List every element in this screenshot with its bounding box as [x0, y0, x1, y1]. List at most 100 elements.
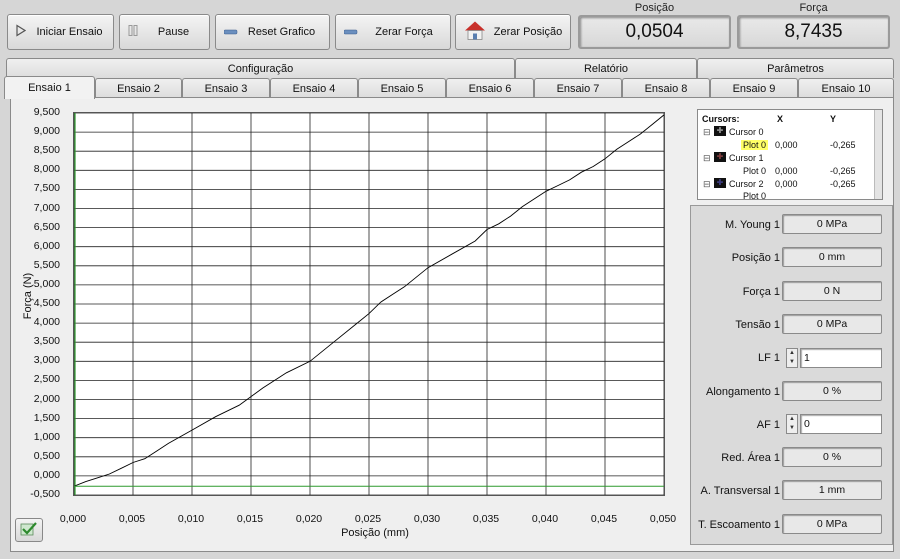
y-tick-label: 0,500: [33, 449, 60, 462]
reset-chart-button[interactable]: Reset Grafico: [215, 14, 330, 50]
area-reduction-label: Red. Área 1: [721, 452, 780, 464]
x-tick-label: 0,030: [413, 513, 441, 525]
home-icon: [464, 21, 486, 44]
zero-position-label: Zerar Posição: [493, 26, 563, 38]
tab-label: Ensaio 5: [380, 82, 424, 95]
position-1-label: Posição 1: [731, 252, 780, 264]
tab-ensaio-4[interactable]: Ensaio 4: [270, 78, 358, 98]
tab-label: Relatório: [583, 62, 629, 75]
force-indicator-label: Força: [799, 2, 828, 14]
reset-chart-label: Reset Grafico: [247, 26, 316, 38]
tab-ensaio-9[interactable]: Ensaio 9: [710, 78, 798, 98]
collapse-icon[interactable]: ⊟: [703, 127, 711, 138]
cross-section-value: 1 mm: [782, 480, 882, 500]
collapse-icon[interactable]: ⊟: [703, 179, 711, 190]
lf-input[interactable]: 1: [800, 348, 882, 368]
cursor-0-plot[interactable]: Plot 0: [741, 140, 769, 150]
cursor-header: Cursors:: [702, 114, 740, 124]
zero-force-button[interactable]: Zerar Força: [335, 14, 451, 50]
check-icon: [20, 521, 38, 540]
pause-button[interactable]: Pause: [119, 14, 210, 50]
cursor-0-name: Cursor 0: [729, 127, 764, 137]
y-tick-label: 2,000: [33, 392, 60, 405]
y-tick-label: -0,500: [30, 488, 60, 500]
start-test-label: Iniciar Ensaio: [36, 26, 103, 38]
tab-configuracao[interactable]: Configuração: [6, 58, 515, 78]
y-tick-label: 7,500: [33, 182, 60, 195]
tab-relatorio[interactable]: Relatório: [515, 58, 697, 78]
x-tick-label: 0,020: [295, 513, 323, 525]
tab-parametros[interactable]: Parâmetros: [697, 58, 894, 78]
tab-ensaio-2[interactable]: Ensaio 2: [95, 78, 182, 98]
cursor-2-x: 0,000: [775, 179, 798, 189]
zero-position-button[interactable]: Zerar Posição: [455, 14, 571, 50]
x-tick-label: 0,000: [59, 513, 87, 525]
af-stepper[interactable]: ▲ ▼: [786, 414, 798, 434]
tab-ensaio-5[interactable]: Ensaio 5: [358, 78, 446, 98]
play-icon: [16, 24, 27, 40]
tab-ensaio-7[interactable]: Ensaio 7: [534, 78, 622, 98]
cursor-1-marker-icon: ✛: [714, 152, 726, 162]
tab-ensaio-1[interactable]: Ensaio 1: [4, 76, 95, 99]
y-tick-label: 9,500: [33, 106, 60, 118]
tension-value: 0 MPa: [782, 314, 882, 334]
tab-label: Ensaio 8: [644, 82, 688, 95]
young-label: M. Young 1: [724, 219, 780, 231]
tab-label: Ensaio 2: [117, 82, 160, 95]
start-test-button[interactable]: Iniciar Ensaio: [7, 14, 114, 50]
area-reduction-value: 0 %: [782, 447, 882, 467]
position-indicator-label: Posição: [634, 2, 675, 14]
tab-label: Parâmetros: [767, 62, 824, 75]
x-tick-label: 0,015: [236, 513, 264, 525]
cursor-legend[interactable]: Cursors: X Y ⊟ ✛ Cursor 0 Plot 0 0,000 -…: [697, 109, 883, 200]
cursor-1-plot[interactable]: Plot 0: [743, 166, 766, 176]
x-tick-label: 0,045: [590, 513, 618, 525]
scrollbar[interactable]: [874, 110, 882, 199]
y-tick-label: 3,000: [33, 354, 60, 367]
cursor-2-plot[interactable]: Plot 0: [743, 191, 766, 199]
y-tick-label: 7,000: [33, 201, 60, 214]
tab-label: Configuração: [227, 62, 294, 75]
lf-label: LF 1: [757, 352, 780, 364]
force-1-value: 0 N: [782, 281, 882, 301]
af-input[interactable]: 0: [800, 414, 882, 434]
y-tick-label: 8,500: [33, 144, 60, 157]
force-indicator: 8,7435: [737, 15, 890, 49]
cursor-1-x: 0,000: [775, 166, 798, 176]
tab-label: Ensaio 6: [468, 82, 512, 95]
pause-label: Pause: [157, 26, 190, 38]
y-tick-label: 6,500: [33, 220, 60, 233]
tab-ensaio-3[interactable]: Ensaio 3: [182, 78, 270, 98]
tab-ensaio-8[interactable]: Ensaio 8: [622, 78, 710, 98]
force-position-chart[interactable]: [73, 112, 665, 496]
cursor-0-x: 0,000: [775, 140, 798, 150]
x-tick-label: 0,025: [354, 513, 382, 525]
zero-force-label: Zerar Força: [375, 26, 433, 38]
x-tick-label: 0,050: [649, 513, 677, 525]
cursor-2-name: Cursor 2: [729, 179, 764, 189]
y-tick-label: 2,500: [33, 373, 60, 386]
position-1-value: 0 mm: [782, 247, 882, 267]
tab-ensaio-6[interactable]: Ensaio 6: [446, 78, 534, 98]
yield-stress-label: T. Escoamento 1: [698, 519, 780, 531]
x-tick-label: 0,040: [531, 513, 559, 525]
cursor-col-x: X: [777, 114, 784, 124]
ok-button[interactable]: [15, 518, 43, 542]
y-tick-label: 1,500: [33, 411, 60, 424]
elongation-value: 0 %: [782, 381, 882, 401]
minus-icon: [343, 26, 358, 38]
lf-stepper[interactable]: ▲ ▼: [786, 348, 798, 368]
tab-ensaio-10[interactable]: Ensaio 10: [798, 78, 894, 98]
x-tick-label: 0,010: [177, 513, 205, 525]
tab-label: Ensaio 1: [28, 82, 71, 94]
cursor-0-marker-icon: ✛: [714, 126, 726, 136]
y-tick-label: 8,000: [33, 163, 60, 176]
pause-icon: [128, 25, 138, 40]
tab-label: Ensaio 4: [292, 82, 336, 95]
tab-label: Ensaio 9: [732, 82, 776, 95]
cursor-1-name: Cursor 1: [729, 153, 764, 163]
collapse-icon[interactable]: ⊟: [703, 153, 711, 164]
cursor-2-marker-icon: ✛: [714, 178, 726, 188]
y-tick-label: 0,000: [33, 468, 60, 481]
af-label: AF 1: [756, 419, 780, 431]
